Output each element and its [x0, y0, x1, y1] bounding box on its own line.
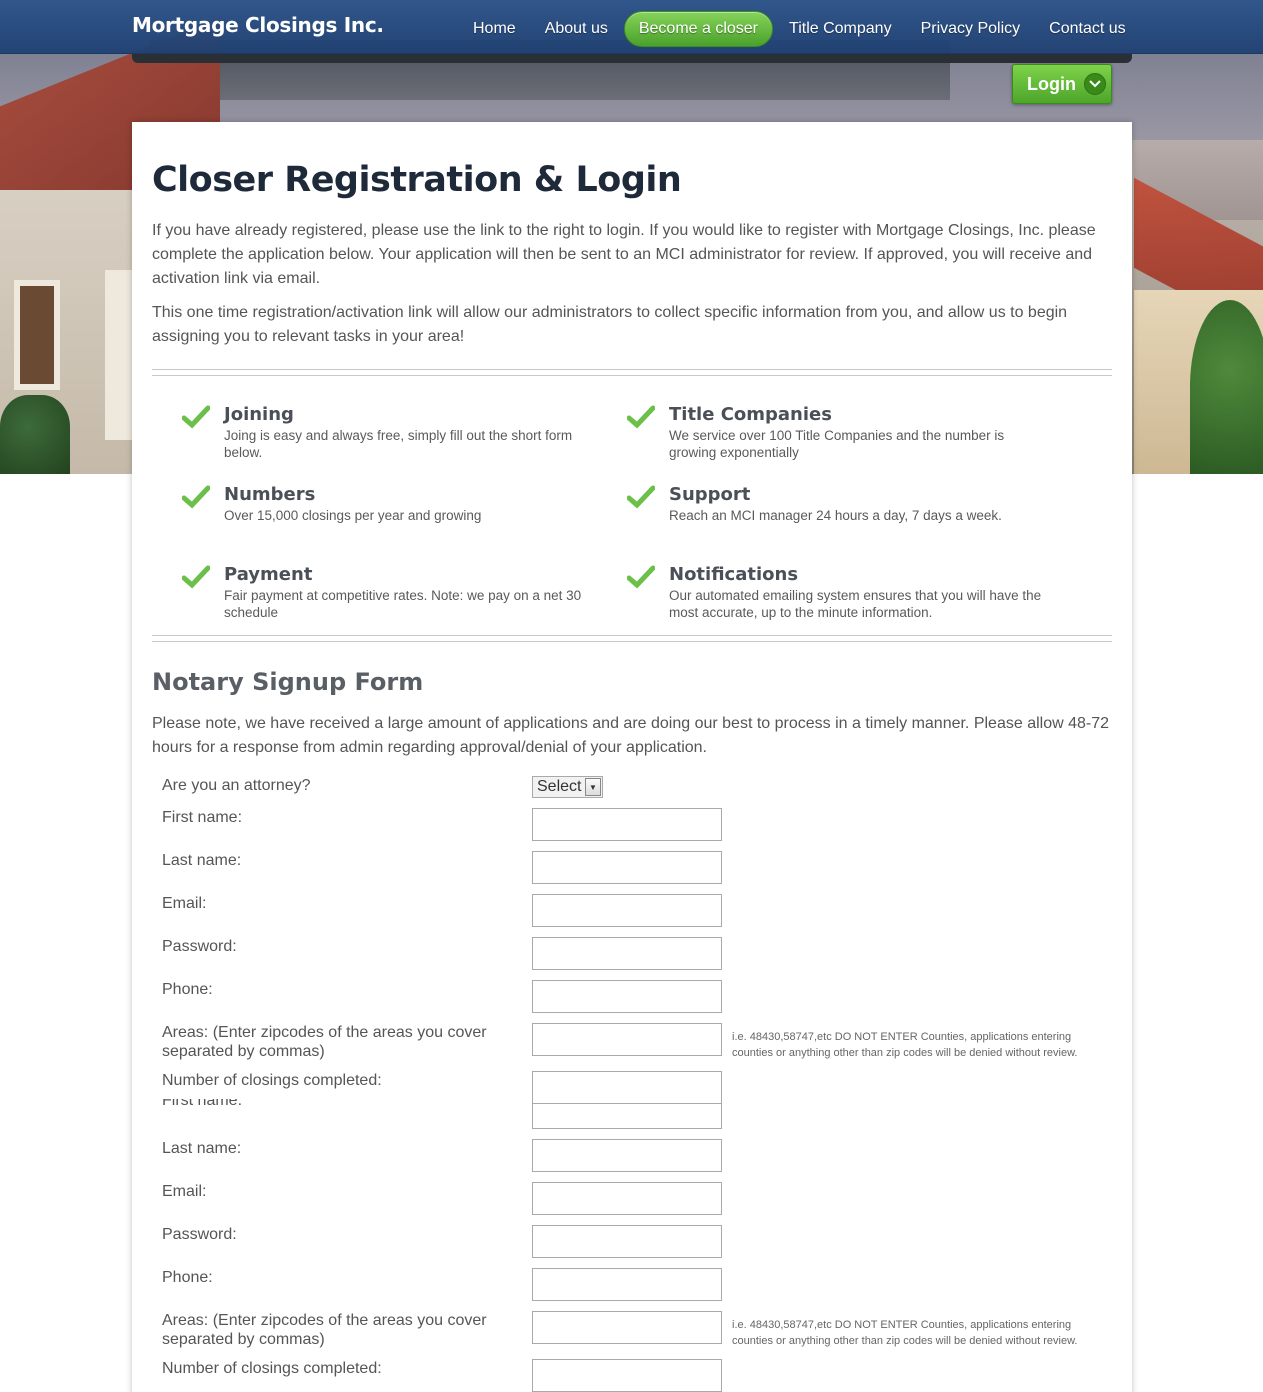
feature-title: Support	[669, 484, 751, 505]
nav-shadow-bar	[132, 54, 1132, 63]
feature-support: Support Reach an MCI manager 24 hours a …	[627, 484, 1072, 550]
divider	[152, 369, 1112, 376]
signup-form-title: Notary Signup Form	[152, 668, 424, 696]
feature-desc: Joing is easy and always free, simply fi…	[224, 428, 573, 460]
nav-privacy-policy[interactable]: Privacy Policy	[908, 12, 1034, 46]
email-field[interactable]	[532, 894, 722, 927]
phone-field-2[interactable]	[532, 1268, 722, 1301]
first-name-field[interactable]	[532, 808, 722, 841]
top-navigation-bar: Mortgage Closings Inc. Home About us Bec…	[0, 0, 1263, 54]
login-button[interactable]: Login	[1012, 64, 1112, 104]
nav-about-us[interactable]: About us	[532, 12, 621, 46]
features-grid: Joining Joing is easy and always free, s…	[182, 404, 1102, 630]
closings-label: Number of closings completed:	[162, 1072, 382, 1089]
attorney-select-value: Select	[537, 778, 582, 795]
email-field-2[interactable]	[532, 1182, 722, 1215]
site-logo-text[interactable]: Mortgage Closings Inc.	[132, 13, 384, 37]
feature-desc: Fair payment at competitive rates. Note:…	[224, 588, 582, 620]
last-name-label: Last name:	[162, 852, 242, 869]
checkmark-icon	[182, 405, 210, 429]
feature-title: Notifications	[669, 564, 799, 585]
password-label: Password:	[162, 1226, 237, 1243]
dropdown-arrow-icon[interactable]: ▼	[585, 778, 601, 796]
feature-joining: Joining Joing is easy and always free, s…	[182, 404, 627, 470]
areas-hint: i.e. 48430,58747,etc DO NOT ENTER Counti…	[732, 1031, 1078, 1059]
attorney-label: Are you an attorney?	[162, 777, 311, 794]
areas-label: Areas: (Enter zipcodes of the areas you …	[162, 1312, 487, 1348]
feature-title: Numbers	[224, 484, 316, 505]
checkmark-icon	[182, 565, 210, 589]
checkmark-icon	[627, 485, 655, 509]
phone-label: Phone:	[162, 1269, 213, 1286]
last-name-field[interactable]	[532, 851, 722, 884]
nav-home[interactable]: Home	[460, 12, 529, 46]
feature-title: Payment	[224, 564, 313, 585]
feature-notifications: Notifications Our automated emailing sys…	[627, 564, 1072, 630]
closings-label: Number of closings completed:	[162, 1360, 382, 1377]
hero-door	[105, 270, 135, 440]
first-name-field-2[interactable]	[532, 1104, 722, 1129]
content-panel: Closer Registration & Login If you have …	[132, 122, 1132, 1392]
areas-field[interactable]	[532, 1023, 722, 1056]
chevron-down-icon	[1083, 73, 1106, 95]
email-label: Email:	[162, 895, 207, 912]
intro-paragraph-2: This one time registration/activation li…	[152, 304, 1068, 345]
phone-label: Phone:	[162, 981, 213, 998]
divider	[152, 635, 1112, 642]
areas-hint: i.e. 48430,58747,etc DO NOT ENTER Counti…	[732, 1319, 1078, 1347]
closings-field[interactable]	[532, 1071, 722, 1104]
main-nav: Home About us Become a closer Title Comp…	[460, 11, 1142, 47]
last-name-field-2[interactable]	[532, 1139, 722, 1172]
checkmark-icon	[627, 405, 655, 429]
feature-title: Title Companies	[669, 404, 832, 425]
intro-paragraph-1: If you have already registered, please u…	[152, 222, 1096, 287]
signup-notice: Please note, we have received a large am…	[152, 715, 1110, 756]
password-field-2[interactable]	[532, 1225, 722, 1258]
nav-become-a-closer[interactable]: Become a closer	[623, 11, 774, 47]
areas-field-2[interactable]	[532, 1311, 722, 1344]
checkmark-icon	[182, 485, 210, 509]
feature-numbers: Numbers Over 15,000 closings per year an…	[182, 484, 627, 550]
phone-field[interactable]	[532, 980, 722, 1013]
feature-title-companies: Title Companies We service over 100 Titl…	[627, 404, 1072, 470]
hero-tree	[1190, 300, 1263, 474]
first-name-row-2	[162, 1104, 1122, 1129]
attorney-select[interactable]: Select ▼	[532, 776, 603, 798]
feature-title: Joining	[224, 404, 294, 425]
feature-desc: Reach an MCI manager 24 hours a day, 7 d…	[669, 508, 1002, 523]
login-button-label: Login	[1027, 73, 1076, 94]
page-title: Closer Registration & Login	[152, 160, 682, 200]
feature-desc: Our automated emailing system ensures th…	[669, 588, 1042, 620]
feature-desc: Over 15,000 closings per year and growin…	[224, 508, 482, 523]
password-label: Password:	[162, 938, 237, 955]
feature-payment: Payment Fair payment at competitive rate…	[182, 564, 627, 630]
nav-title-company[interactable]: Title Company	[776, 12, 905, 46]
areas-label: Areas: (Enter zipcodes of the areas you …	[162, 1024, 487, 1060]
hero-bush	[0, 395, 70, 474]
last-name-label: Last name:	[162, 1140, 242, 1157]
email-label: Email:	[162, 1183, 207, 1200]
checkmark-icon	[627, 565, 655, 589]
nav-contact-us[interactable]: Contact us	[1036, 12, 1138, 46]
password-field[interactable]	[532, 937, 722, 970]
first-name-label: First name:	[162, 809, 243, 826]
closings-field-2[interactable]	[532, 1359, 722, 1392]
hero-window	[14, 280, 60, 390]
feature-desc: We service over 100 Title Companies and …	[669, 428, 1005, 460]
